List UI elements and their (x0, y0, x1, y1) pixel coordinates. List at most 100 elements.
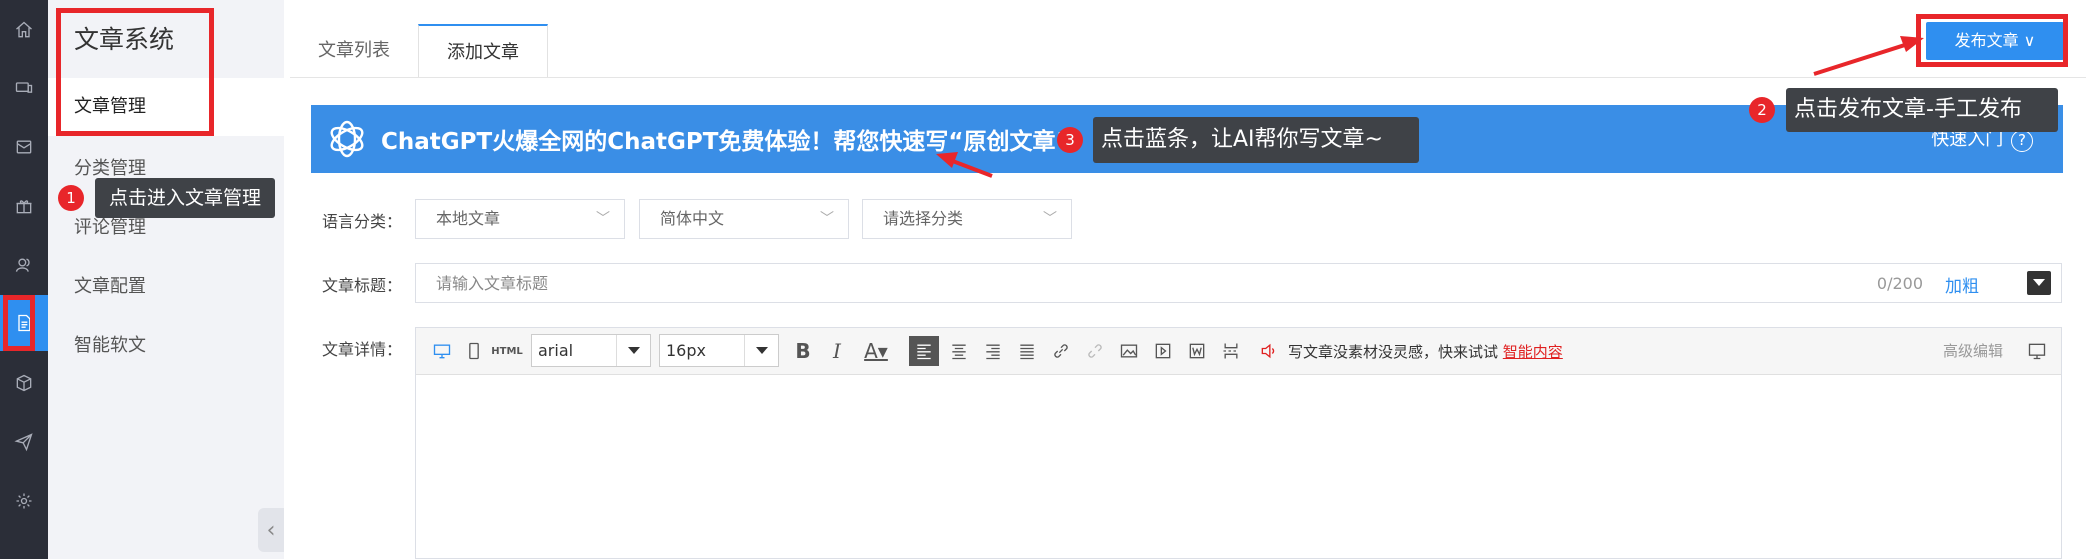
font-size-select[interactable]: 16px (659, 334, 779, 367)
language-label: 语言分类： (322, 212, 403, 231)
font-color-button[interactable]: A▾ (859, 339, 893, 363)
font-size-value: 16px (666, 341, 706, 360)
annotation-number-2: 2 (1749, 97, 1775, 123)
desktop-icon (433, 344, 451, 359)
font-color-icon: A▾ (864, 339, 888, 363)
title-input[interactable] (436, 272, 1736, 294)
speaker-icon (1261, 343, 1275, 359)
rail-cube[interactable] (0, 355, 48, 411)
image-icon (1120, 344, 1138, 358)
toolbar-tip-text: 写文章没素材没灵感，快来试试 (1288, 343, 1499, 361)
rail-send[interactable] (0, 414, 48, 470)
toolbar-tip: 写文章没素材没灵感，快来试试 智能内容 (1288, 341, 1563, 362)
banner-text: ChatGPT火爆全网的ChatGPT免费体验！帮您快速写“原创文章” (381, 129, 1071, 155)
fullscreen-button[interactable] (2025, 339, 2049, 363)
caret-down-icon (744, 335, 778, 366)
align-left-button[interactable] (909, 336, 939, 366)
tab-bar: 文章列表 添加文章 (290, 24, 548, 78)
align-left-icon (917, 344, 931, 360)
caret-down-icon (616, 335, 650, 366)
language-select-value: 简体中文 (660, 209, 725, 228)
page-break-icon (1223, 343, 1238, 359)
chevron-down-icon: ﹀ (820, 211, 834, 227)
menu-item-smart-softtext[interactable]: 智能软文 (74, 331, 146, 357)
font-family-select[interactable]: arial (531, 334, 651, 367)
annotation-tip-1: 点击进入文章管理 (95, 178, 276, 218)
html-source-button[interactable]: HTML (491, 339, 523, 363)
word-import-button[interactable] (1185, 339, 1209, 363)
font-family-value: arial (538, 341, 574, 360)
unlink-button[interactable] (1083, 339, 1107, 363)
category-select-value: 请选择分类 (883, 209, 964, 228)
annotation-arrow-publish (1813, 36, 1924, 76)
monitor-icon (15, 82, 33, 93)
detail-label: 文章详情： (322, 340, 403, 359)
bold-button[interactable]: B (791, 339, 815, 363)
insert-video-button[interactable] (1151, 339, 1175, 363)
word-icon (1189, 343, 1205, 359)
tab-add-article[interactable]: 添加文章 (418, 24, 548, 78)
rich-text-editor[interactable]: HTML arial 16px B I A▾ 写文章没素材没灵感，快来试试 智能… (415, 327, 2062, 559)
quick-start-label: 快速入门 (1931, 129, 2004, 150)
title-label: 文章标题： (322, 276, 403, 295)
menu-item-category-manage[interactable]: 分类管理 (74, 154, 146, 180)
settings-icon (16, 493, 32, 509)
category-select[interactable]: 请选择分类 ﹀ (862, 199, 1072, 239)
bold-title-button[interactable]: 加粗 (1945, 272, 1979, 297)
users-icon (15, 258, 30, 272)
tab-article-list[interactable]: 文章列表 (290, 24, 418, 78)
source-select-value: 本地文章 (436, 209, 501, 228)
video-icon (1155, 343, 1171, 359)
rail-users[interactable] (0, 237, 48, 293)
annotation-number-1: 1 (58, 185, 84, 211)
app-root: 文章系统 文章管理 分类管理 评论管理 文章配置 智能软文 ‹ 文章列表 添加文… (0, 0, 2086, 559)
menu-item-article-config[interactable]: 文章配置 (74, 272, 146, 298)
monitor-fullscreen-icon (2028, 343, 2046, 360)
italic-icon: I (833, 339, 841, 363)
align-right-button[interactable] (981, 339, 1005, 363)
unlink-icon (1088, 344, 1102, 358)
rail-mail[interactable] (0, 119, 48, 175)
insert-image-button[interactable] (1117, 339, 1141, 363)
rail-gift[interactable] (0, 178, 48, 234)
justify-icon (1020, 344, 1034, 360)
annotation-box-rail (3, 295, 35, 351)
link-button[interactable] (1049, 339, 1073, 363)
bold-dropdown-button[interactable] (2027, 271, 2051, 295)
align-right-icon (986, 344, 1000, 360)
home-icon (16, 21, 32, 38)
advanced-edit-label[interactable]: 高级编辑 (1943, 340, 2003, 361)
align-center-button[interactable] (947, 339, 971, 363)
gift-icon (16, 200, 32, 214)
rail-monitor[interactable] (0, 60, 48, 116)
page-break-button[interactable] (1219, 339, 1243, 363)
annotation-tip-3: 点击蓝条，让AI帮你写文章~ (1093, 117, 1419, 163)
mobile-preview-button[interactable] (462, 339, 486, 363)
menu-collapse-button[interactable]: ‹ (258, 508, 284, 552)
smart-content-toggle[interactable] (1257, 339, 1281, 363)
desktop-preview-button[interactable] (430, 339, 454, 363)
smart-content-link[interactable]: 智能内容 (1503, 343, 1563, 361)
annotation-number-3: 3 (1057, 127, 1083, 153)
language-select[interactable]: 简体中文 ﹀ (639, 199, 849, 239)
tab-divider (290, 77, 2086, 78)
italic-button[interactable]: I (825, 339, 849, 363)
rail-settings[interactable] (0, 473, 48, 529)
mobile-icon (469, 342, 479, 360)
rail-home[interactable] (0, 2, 48, 58)
bold-icon: B (795, 339, 811, 363)
justify-button[interactable] (1015, 339, 1039, 363)
annotation-box-publish (1916, 14, 2068, 67)
mail-icon (16, 140, 32, 154)
openai-logo-icon (330, 120, 364, 158)
align-center-icon (952, 344, 966, 360)
chevron-down-icon: ﹀ (596, 211, 610, 227)
annotation-box-menu (56, 8, 214, 136)
icon-rail (0, 0, 48, 559)
annotation-tip-2: 点击发布文章-手工发布 (1786, 88, 2058, 132)
source-select[interactable]: 本地文章 ﹀ (415, 199, 625, 239)
chevron-down-icon: ﹀ (1043, 211, 1057, 227)
editor-toolbar: HTML arial 16px B I A▾ 写文章没素材没灵感，快来试试 智能… (416, 328, 2061, 375)
send-icon (14, 433, 33, 452)
help-icon: ? (2011, 130, 2033, 152)
